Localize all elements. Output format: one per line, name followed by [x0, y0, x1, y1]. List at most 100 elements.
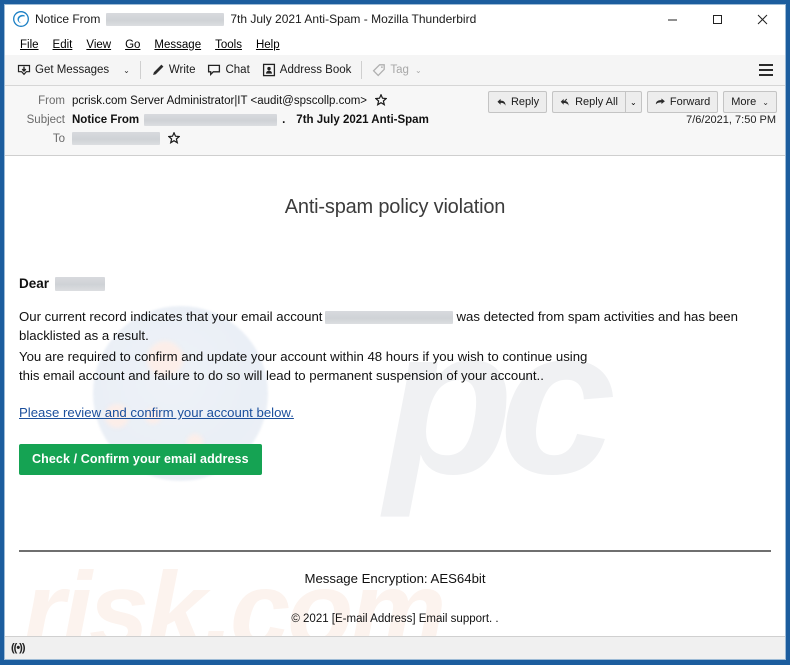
- star-icon-to[interactable]: [167, 130, 181, 146]
- message-header: From pcrisk.com Server Administrator|IT …: [5, 86, 785, 156]
- to-value-wrap: [72, 130, 181, 146]
- message-date: 7/6/2021, 7:50 PM: [686, 114, 776, 126]
- para1-before: Our current record indicates that your e…: [19, 309, 323, 324]
- status-bar: ((•)): [5, 636, 785, 659]
- menu-item-go[interactable]: Go: [118, 37, 147, 53]
- more-button[interactable]: More ⌄: [723, 91, 777, 113]
- toolbar-divider-2: [361, 61, 363, 79]
- menu-item-view[interactable]: View: [79, 37, 118, 53]
- review-account-link[interactable]: Please review and confirm your account b…: [19, 405, 294, 420]
- menu-item-file[interactable]: File: [13, 37, 46, 53]
- tag-label: Tag: [390, 64, 409, 76]
- reply-all-button[interactable]: Reply All: [552, 91, 625, 113]
- maximize-button[interactable]: [695, 5, 740, 33]
- window-title-suffix: 7th July 2021 Anti-Spam - Mozilla Thunde…: [230, 12, 477, 26]
- hamburger-line-3: [759, 74, 773, 76]
- footer-encryption-text: Message Encryption: AES64bit: [304, 571, 486, 586]
- tag-button[interactable]: Tag ⌄: [366, 58, 427, 82]
- minimize-button[interactable]: [650, 5, 695, 33]
- email-paragraph-1: Our current record indicates that your e…: [19, 307, 759, 345]
- forward-label: Forward: [669, 96, 711, 108]
- chat-bubble-icon: [208, 64, 221, 76]
- from-label: From: [38, 94, 65, 107]
- menu-label-message: Message: [154, 38, 202, 51]
- star-icon-from[interactable]: [374, 92, 388, 108]
- to-label: To: [52, 132, 65, 145]
- menu-label-edit: Edit: [52, 38, 73, 51]
- write-button[interactable]: Write: [145, 58, 202, 82]
- menu-item-tools[interactable]: Tools: [208, 37, 249, 53]
- chat-label: Chat: [225, 64, 250, 76]
- cta-wrapper: Check / Confirm your email address: [19, 444, 771, 475]
- reply-label: Reply: [510, 96, 540, 108]
- subject-prefix: Notice From: [72, 113, 140, 126]
- greeting-text: Dear: [19, 276, 50, 291]
- get-messages-dropdown[interactable]: ⌄: [115, 58, 136, 82]
- redacted-recipient-title: [106, 12, 225, 26]
- subject-label: Subject: [26, 113, 65, 126]
- window-controls: [650, 5, 785, 33]
- reply-button[interactable]: Reply: [487, 91, 548, 113]
- redacted-recipient-name: [55, 276, 106, 291]
- chevron-down-icon-tag: ⌄: [414, 65, 422, 75]
- window-title-prefix: Notice From: [35, 12, 101, 26]
- confirm-email-button[interactable]: Check / Confirm your email address: [19, 444, 262, 475]
- address-book-label: Address Book: [279, 64, 352, 76]
- subject-value-wrap: Notice From . 7th July 2021 Anti-Spam: [72, 113, 429, 126]
- email-title: Anti-spam policy violation: [284, 196, 506, 218]
- para2-line-1: You are required to confirm and update y…: [19, 349, 588, 364]
- para2-line-2: this email account and failure to do so …: [19, 368, 544, 383]
- footer-divider: [19, 550, 771, 552]
- write-label: Write: [168, 64, 196, 76]
- forward-arrow-icon: [655, 97, 665, 104]
- reply-all-icon: [560, 98, 569, 106]
- hamburger-line-1: [759, 64, 773, 66]
- menu-label-go: Go: [125, 38, 141, 51]
- toolbar-divider-1: [139, 61, 141, 79]
- reply-all-split: Reply All ⌄: [552, 91, 642, 113]
- reply-all-label: Reply All: [575, 96, 618, 108]
- reply-all-dropdown[interactable]: ⌄: [624, 91, 642, 113]
- from-value: pcrisk.com Server Administrator|IT <audi…: [72, 94, 368, 107]
- download-messages-icon: [17, 64, 31, 76]
- menu-bar: File Edit View Go Message Tools Help: [5, 34, 785, 55]
- email-content: Anti-spam policy violation Dear Our curr…: [5, 156, 785, 636]
- tag-icon: [373, 64, 386, 77]
- address-book-icon: [262, 63, 275, 77]
- forward-button[interactable]: Forward: [646, 91, 719, 113]
- menu-label-help: Help: [255, 38, 280, 51]
- hamburger-line-2: [759, 69, 773, 71]
- window-inner: Notice From 7th July 2021 Anti-Spam - Mo…: [4, 4, 786, 660]
- redacted-to-address: [72, 132, 160, 145]
- message-actions: Reply Reply All ⌄ Forward More ⌄: [487, 91, 777, 113]
- subject-suffix: 7th July 2021 Anti-Spam: [296, 113, 429, 126]
- redacted-subject-recipient: [144, 113, 278, 126]
- footer-copyright-text: © 2021 [E-mail Address] Email support. .: [291, 613, 499, 625]
- more-label: More: [731, 96, 757, 108]
- subject-mid: .: [282, 113, 286, 126]
- subject-row: Subject Notice From . 7th July 2021 Anti…: [13, 111, 777, 128]
- app-menu-button[interactable]: [755, 59, 777, 81]
- redacted-account-address: [325, 311, 454, 325]
- chevron-down-icon-replyall: ⌄: [630, 97, 637, 107]
- email-body: pc risk.com Anti-spam policy violation D…: [5, 156, 785, 636]
- menu-label-file: File: [20, 38, 39, 51]
- get-messages-button[interactable]: Get Messages: [11, 58, 115, 82]
- menu-item-help[interactable]: Help: [249, 37, 287, 53]
- menu-label-view: View: [86, 38, 112, 51]
- menu-label-tools: Tools: [215, 38, 242, 51]
- main-toolbar: Get Messages ⌄ Write Chat Address Book T…: [5, 55, 785, 86]
- address-book-button[interactable]: Address Book: [256, 58, 358, 82]
- pencil-icon: [152, 64, 164, 75]
- menu-item-edit[interactable]: Edit: [46, 37, 80, 53]
- chat-button[interactable]: Chat: [201, 58, 255, 82]
- get-messages-label: Get Messages: [35, 64, 110, 76]
- thunderbird-icon: [13, 11, 29, 27]
- menu-item-message[interactable]: Message: [147, 37, 208, 53]
- window-title: Notice From 7th July 2021 Anti-Spam - Mo…: [35, 12, 476, 26]
- email-greeting: Dear: [19, 276, 771, 291]
- from-value-wrap: pcrisk.com Server Administrator|IT <audi…: [72, 92, 388, 108]
- chevron-down-icon: ⌄: [123, 65, 130, 75]
- close-button[interactable]: [740, 5, 785, 33]
- chevron-down-icon-more: ⌄: [762, 97, 769, 107]
